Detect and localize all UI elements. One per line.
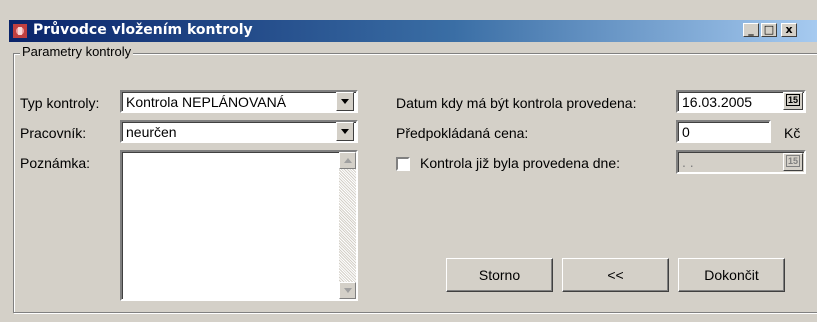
datum-label: Datum kdy má být kontrola provedena: xyxy=(396,95,637,111)
group-legend: Parametry kontroly xyxy=(20,44,134,59)
calendar-disabled-icon[interactable]: 15 xyxy=(783,153,803,171)
cena-label: Předpokládaná cena: xyxy=(396,125,529,141)
provedena-label: Kontrola již byla provedena dne: xyxy=(420,155,621,171)
title-bar[interactable]: Průvodce vložením kontroly _ □ x xyxy=(9,20,817,42)
storno-button[interactable]: Storno xyxy=(446,258,553,292)
cena-value: 0 xyxy=(682,124,690,140)
datum-value: 16.03.2005 xyxy=(682,94,753,110)
provedena-date-value: . . xyxy=(682,154,694,170)
typ-kontroly-label: Typ kontroly: xyxy=(20,95,100,111)
provedena-checkbox[interactable] xyxy=(396,157,410,171)
app-icon xyxy=(13,24,27,38)
typ-kontroly-dropdown-icon[interactable] xyxy=(336,92,354,111)
scroll-down-icon[interactable] xyxy=(339,282,356,299)
pracovnik-label: Pracovník: xyxy=(20,125,87,141)
scroll-up-icon[interactable] xyxy=(339,152,356,169)
poznamka-textarea[interactable] xyxy=(120,150,358,301)
pracovnik-value: neurčen xyxy=(126,124,177,140)
cena-unit: Kč xyxy=(784,125,801,141)
dialog-window: Průvodce vložením kontroly _ □ x Paramet… xyxy=(0,0,817,322)
typ-kontroly-select[interactable]: Kontrola NEPLÁNOVANÁ xyxy=(120,90,358,113)
pracovnik-select[interactable]: neurčen xyxy=(120,120,358,143)
poznamka-scrollbar[interactable] xyxy=(339,152,356,299)
window-title: Průvodce vložením kontroly xyxy=(33,22,253,38)
calendar-icon[interactable]: 15 xyxy=(783,92,803,110)
poznamka-label: Poznámka: xyxy=(20,155,91,171)
dokoncit-button[interactable]: Dokončit xyxy=(678,258,785,292)
typ-kontroly-value: Kontrola NEPLÁNOVANÁ xyxy=(126,94,287,110)
close-button[interactable]: x xyxy=(781,23,797,37)
back-button[interactable]: << xyxy=(562,258,669,292)
pracovnik-dropdown-icon[interactable] xyxy=(336,122,354,141)
minimize-button[interactable]: _ xyxy=(743,23,759,37)
cena-input[interactable]: 0 xyxy=(676,120,771,143)
maximize-button[interactable]: □ xyxy=(761,23,777,37)
